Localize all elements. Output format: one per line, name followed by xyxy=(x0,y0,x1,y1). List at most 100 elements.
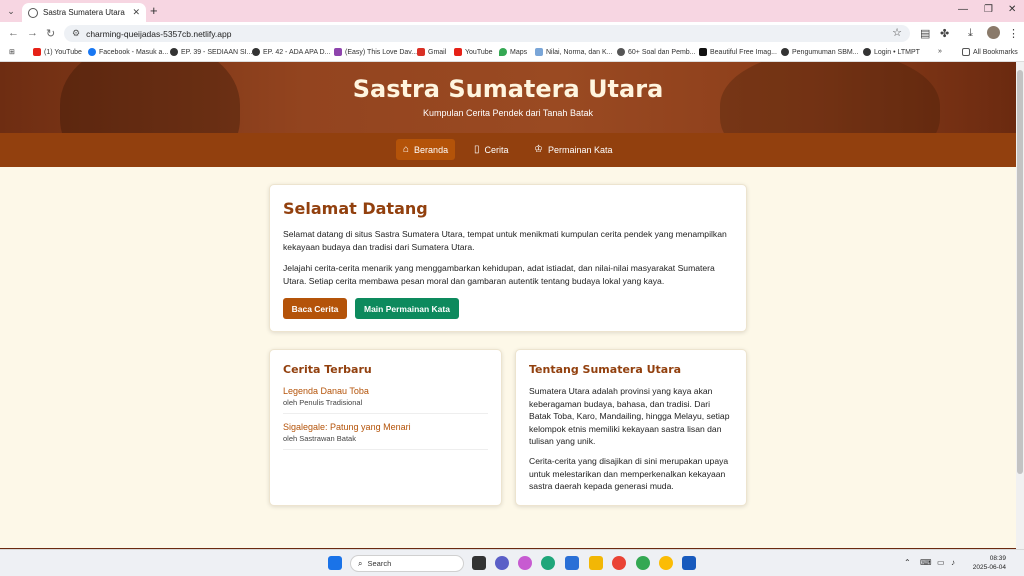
bookmark-item[interactable]: Login • LTMPT xyxy=(863,48,920,56)
profile-avatar[interactable] xyxy=(987,26,1000,39)
book-icon: ▯ xyxy=(474,144,480,155)
keyboard-icon[interactable]: ⌨ xyxy=(920,558,932,567)
play-word-game-button[interactable]: Main Permainan Kata xyxy=(355,298,459,319)
menu-icon[interactable]: ⋮ xyxy=(1008,27,1019,40)
clock-date: 2025-06-04 xyxy=(972,563,1006,571)
chrome-icon[interactable] xyxy=(659,556,673,570)
back-icon[interactable]: ← xyxy=(8,27,19,39)
forward-icon[interactable]: → xyxy=(27,27,38,39)
site-subtitle: Kumpulan Cerita Pendek dari Tanah Batak xyxy=(423,108,593,118)
bookmark-item[interactable]: Gmail xyxy=(417,48,446,56)
restore-icon[interactable]: ❐ xyxy=(984,4,993,15)
gmail-icon xyxy=(417,48,425,56)
welcome-paragraph: Selamat datang di situs Sastra Sumatera … xyxy=(283,229,727,252)
bookmark-item[interactable]: EP. 42 - ADA APA D... xyxy=(252,48,330,56)
story-author: oleh Penulis Tradisional xyxy=(283,398,363,407)
home-icon: ⌂ xyxy=(403,144,410,155)
site-info-icon[interactable]: ⚙ xyxy=(72,28,80,39)
volume-icon[interactable]: ♪ xyxy=(951,558,955,567)
taskbar-search[interactable]: ⌕ Search xyxy=(350,555,464,572)
bookmarks-more-button[interactable]: » xyxy=(938,48,942,55)
translate-icon[interactable]: ▤ xyxy=(920,27,930,40)
windows-start-icon[interactable] xyxy=(328,556,342,570)
extensions-icon[interactable]: ✤ xyxy=(940,27,949,40)
close-window-icon[interactable]: ✕ xyxy=(1008,4,1016,15)
bookmark-item[interactable]: Maps xyxy=(499,48,527,56)
bookmark-item[interactable]: Pengumuman SBM... xyxy=(781,48,859,56)
tab-search-icon[interactable]: ⌄ xyxy=(4,4,18,18)
file-explorer-icon[interactable] xyxy=(589,556,603,570)
tray-overflow-icon[interactable]: ⌃ xyxy=(904,558,911,567)
maps-icon xyxy=(499,48,507,56)
main-nav: ⌂ Beranda ▯ Cerita ♔ Permainan Kata xyxy=(0,133,1016,167)
all-bookmarks-button[interactable]: All Bookmarks xyxy=(962,48,1018,56)
youtube-icon xyxy=(33,48,41,56)
hero-banner: Sastra Sumatera Utara Kumpulan Cerita Pe… xyxy=(0,62,1016,133)
site-title: Sastra Sumatera Utara xyxy=(352,75,664,103)
chrome-icon[interactable] xyxy=(612,556,626,570)
globe-icon xyxy=(252,48,260,56)
search-icon: ⌕ xyxy=(358,558,363,568)
edge-icon[interactable] xyxy=(541,556,555,570)
story-list-item[interactable]: Legenda Danau Toba oleh Penulis Tradisio… xyxy=(283,385,488,414)
bookmark-item[interactable]: 60+ Soal dan Pemb... xyxy=(617,48,696,56)
bookmark-item[interactable]: Beautiful Free Imag... xyxy=(699,48,777,56)
bookmark-item[interactable]: YouTube xyxy=(454,48,493,56)
nav-label: Permainan Kata xyxy=(547,144,613,155)
store-icon[interactable] xyxy=(565,556,579,570)
welcome-heading: Selamat Datang xyxy=(283,199,428,218)
story-list-item[interactable]: Sigalegale: Patung yang Menari oleh Sast… xyxy=(283,421,488,450)
bookmark-star-icon[interactable]: ☆ xyxy=(892,26,902,39)
welcome-paragraph: Jelajahi cerita-cerita menarik yang meng… xyxy=(283,263,715,286)
bookmarks-bar: ⊞ (1) YouTube Facebook - Masuk a... EP. … xyxy=(0,45,1024,62)
bookmark-item[interactable]: (Easy) This Love Dav... xyxy=(334,48,417,56)
globe-icon xyxy=(170,48,178,56)
browser-tab[interactable]: Sastra Sumatera Utara - Kumpulan ✕ xyxy=(22,3,146,22)
about-paragraph: Cerita-cerita yang disajikan di sini mer… xyxy=(529,455,729,492)
windows-taskbar: ⌕ Search ⌃ ⌨ ▭ ♪ 08:39 2025-06-04 xyxy=(0,549,1024,576)
facebook-icon xyxy=(88,48,96,56)
about-heading: Tentang Sumatera Utara xyxy=(529,363,682,376)
bookmark-item[interactable]: Facebook - Masuk a... xyxy=(88,48,168,56)
apps-icon[interactable]: ⊞ xyxy=(9,48,15,56)
nav-item-cerita[interactable]: ▯ Cerita xyxy=(467,139,516,160)
tab-title: Sastra Sumatera Utara - Kumpulan xyxy=(43,8,127,17)
minimize-icon[interactable]: — xyxy=(958,4,968,15)
globe-icon xyxy=(781,48,789,56)
system-clock[interactable]: 08:39 2025-06-04 xyxy=(966,555,1006,572)
new-tab-button[interactable]: + xyxy=(150,3,158,19)
about-paragraph: Sumatera Utara adalah provinsi yang kaya… xyxy=(529,386,730,447)
nav-item-beranda[interactable]: ⌂ Beranda xyxy=(396,139,456,160)
bookmark-item[interactable]: Nilai, Norma, dan K... xyxy=(535,48,613,56)
scrollbar-thumb[interactable] xyxy=(1017,70,1023,474)
url-bar[interactable]: ⚙ charming-queijadas-5357cb.netlify.app … xyxy=(64,25,910,42)
chrome-icon[interactable] xyxy=(636,556,650,570)
search-label: Search xyxy=(367,559,392,568)
close-tab-icon[interactable]: ✕ xyxy=(132,7,140,18)
music-icon xyxy=(334,48,342,56)
url-text: charming-queijadas-5357cb.netlify.app xyxy=(86,28,232,39)
read-stories-button[interactable]: Baca Cerita xyxy=(283,298,347,319)
download-icon[interactable]: ⤓ xyxy=(968,27,973,40)
nav-label: Cerita xyxy=(484,144,509,155)
latest-stories-heading: Cerita Terbaru xyxy=(283,363,372,376)
story-title-link[interactable]: Sigalegale: Patung yang Menari xyxy=(283,421,488,433)
nav-item-permainan-kata[interactable]: ♔ Permainan Kata xyxy=(527,139,620,160)
widgets-icon[interactable] xyxy=(518,556,532,570)
image-icon xyxy=(699,48,707,56)
bookmark-item[interactable]: EP. 39 - SEDIAAN SI... xyxy=(170,48,252,56)
bookmark-item[interactable]: (1) YouTube xyxy=(33,48,82,56)
page-scrollbar[interactable] xyxy=(1016,62,1024,549)
page-icon xyxy=(535,48,543,56)
task-view-icon[interactable] xyxy=(472,556,486,570)
copilot-icon[interactable] xyxy=(495,556,509,570)
reload-icon[interactable]: ↻ xyxy=(46,27,55,40)
globe-icon xyxy=(28,7,38,18)
latest-stories-card: Cerita Terbaru Legenda Danau Toba oleh P… xyxy=(269,349,502,506)
word-icon[interactable] xyxy=(682,556,696,570)
network-icon[interactable]: ▭ xyxy=(937,558,945,567)
browser-tab-bar: ⌄ Sastra Sumatera Utara - Kumpulan ✕ + —… xyxy=(0,0,1024,22)
page-viewport: Sastra Sumatera Utara Kumpulan Cerita Pe… xyxy=(0,62,1016,549)
story-title-link[interactable]: Legenda Danau Toba xyxy=(283,385,488,397)
user-icon xyxy=(617,48,625,56)
